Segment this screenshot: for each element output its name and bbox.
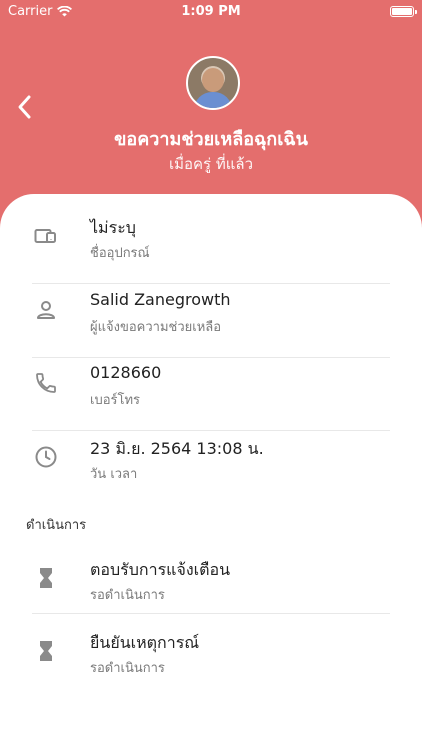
hourglass-icon xyxy=(40,641,52,661)
detail-secondary: ผู้แจ้งขอความช่วยเหลือ xyxy=(90,320,222,335)
detail-primary: Salid Zanegrowth xyxy=(90,290,231,309)
detail-datetime: 23 มิ.ย. 2564 13:08 น. วัน เวลา xyxy=(0,425,422,497)
details-sheet: ไม่ระบุ ชื่ออุปกรณ์ Salid Zanegrowth ผู้… xyxy=(0,194,422,754)
detail-primary: ไม่ระบุ xyxy=(90,218,136,237)
action-status: รอดำเนินการ xyxy=(90,661,165,676)
divider xyxy=(32,613,390,614)
detail-primary: 23 มิ.ย. 2564 13:08 น. xyxy=(90,439,264,458)
detail-secondary: วัน เวลา xyxy=(90,467,138,482)
hourglass-icon xyxy=(40,568,52,588)
page-title: ขอความช่วยเหลือฉุกเฉิน xyxy=(114,129,308,150)
detail-primary: 0128660 xyxy=(90,363,162,382)
action-acknowledge[interactable]: ตอบรับการแจ้งเตือน รอดำเนินการ xyxy=(0,546,422,618)
detail-device: ไม่ระบุ ชื่ออุปกรณ์ xyxy=(0,204,422,276)
action-status: รอดำเนินการ xyxy=(90,588,165,603)
clock-icon xyxy=(35,446,57,468)
status-time: 1:09 PM xyxy=(181,4,241,19)
avatar xyxy=(186,56,240,110)
detail-secondary: เบอร์โทร xyxy=(90,393,141,408)
phone-icon xyxy=(36,373,56,393)
detail-secondary: ชื่ออุปกรณ์ xyxy=(90,246,150,261)
page-subtitle: เมื่อครู่ ที่แล้ว xyxy=(168,155,254,173)
action-confirm[interactable]: ยืนยันเหตุการณ์ รอดำเนินการ xyxy=(0,619,422,691)
battery-icon xyxy=(390,6,414,17)
devices-icon xyxy=(34,229,56,243)
person-icon xyxy=(37,301,55,319)
action-primary: ยืนยันเหตุการณ์ xyxy=(90,633,200,652)
detail-phone[interactable]: 0128660 เบอร์โทร xyxy=(0,351,422,423)
detail-reporter: Salid Zanegrowth ผู้แจ้งขอความช่วยเหลือ xyxy=(0,278,422,350)
status-bar: Carrier 1:09 PM xyxy=(0,0,422,24)
back-icon[interactable] xyxy=(14,94,38,120)
action-primary: ตอบรับการแจ้งเตือน xyxy=(90,560,231,579)
section-title: ดำเนินการ xyxy=(26,518,87,533)
